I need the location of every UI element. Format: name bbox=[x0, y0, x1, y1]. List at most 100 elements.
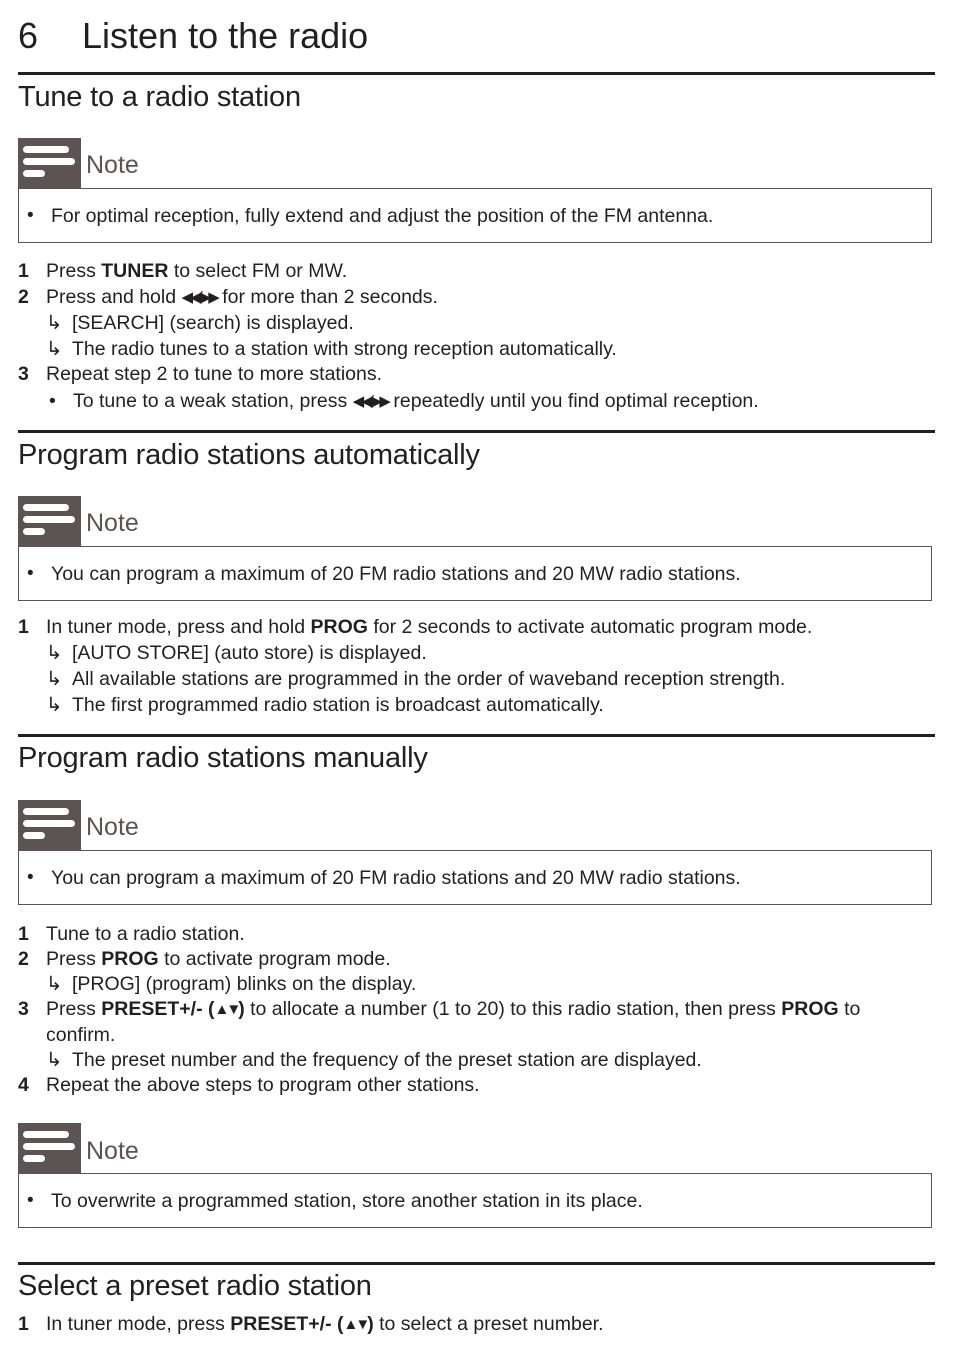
step-number: 3 bbox=[18, 998, 29, 1020]
note-icon-bar bbox=[23, 146, 69, 153]
note-icon-bar bbox=[23, 808, 69, 815]
result-text: The first programmed radio station is br… bbox=[72, 694, 604, 716]
chapter-number: 6 bbox=[18, 15, 39, 56]
note-icon bbox=[18, 496, 81, 546]
note-label: Note bbox=[86, 813, 139, 841]
hook-arrow-icon: ↳ bbox=[46, 642, 63, 664]
note-icon-bar bbox=[23, 1143, 75, 1150]
step-result: ↳ The preset number and the frequency of … bbox=[46, 1048, 702, 1072]
step-result: ↳ The radio tunes to a station with stron… bbox=[46, 337, 617, 361]
section-divider bbox=[18, 430, 935, 433]
step-text: Repeat step 2 to tune to more stations. bbox=[46, 363, 383, 385]
note-text: You can program a maximum of 20 FM radio… bbox=[51, 563, 741, 585]
step-number: 1 bbox=[18, 616, 29, 638]
step-number: 1 bbox=[18, 1313, 29, 1335]
step: 1 In tuner mode, press and hold PROG for… bbox=[0, 615, 954, 639]
step-number: 4 bbox=[18, 1074, 29, 1096]
button-name: PROG bbox=[310, 616, 368, 638]
step-text-part: to select FM or MW. bbox=[168, 260, 348, 282]
button-name: PROG bbox=[781, 998, 839, 1020]
step-text-part: to activate program mode. bbox=[158, 948, 391, 970]
section-divider bbox=[18, 72, 935, 75]
step-text: In tuner mode, press PRESET+/- (▲▼) to s… bbox=[46, 1312, 604, 1337]
step-text-part: In tuner mode, press bbox=[46, 1313, 231, 1335]
up-down-triangle-icon: ▲▼ bbox=[343, 1316, 371, 1333]
section-heading: Select a preset radio station bbox=[18, 1270, 372, 1302]
note-icon bbox=[18, 138, 81, 188]
step-result: ↳ [AUTO STORE] (auto store) is displayed. bbox=[46, 641, 427, 665]
step-text-part: Press bbox=[46, 948, 102, 970]
note-box: • You can program a maximum of 20 FM rad… bbox=[18, 546, 932, 601]
step-continuation: confirm. bbox=[46, 1024, 116, 1046]
step-number: 1 bbox=[18, 260, 29, 282]
bullet-icon: • bbox=[27, 205, 34, 226]
button-name: PRESET+/- ( bbox=[230, 1313, 344, 1335]
note-icon-bar bbox=[23, 1131, 69, 1138]
section-heading: Program radio stations manually bbox=[18, 742, 428, 774]
hook-arrow-icon: ↳ bbox=[46, 338, 63, 360]
step-text: Press PRESET+/- (▲▼) to allocate a numbe… bbox=[46, 997, 860, 1022]
tip-text-part: repeatedly until you find optimal recept… bbox=[387, 390, 759, 412]
step: 1 Tune to a radio station. bbox=[0, 922, 954, 946]
note-label: Note bbox=[86, 151, 139, 179]
up-down-triangle-icon: ▲▼ bbox=[214, 1001, 242, 1018]
step-text-part: Press bbox=[46, 260, 102, 282]
hook-arrow-icon: ↳ bbox=[46, 668, 63, 690]
button-name: PRESET+/- ( bbox=[101, 998, 215, 1020]
step-text-part: to allocate a number (1 to 20) to this r… bbox=[244, 998, 782, 1020]
step-text: Press and hold ◀◀/▶▶ for more than 2 sec… bbox=[46, 285, 438, 310]
step-text: Tune to a radio station. bbox=[46, 923, 245, 945]
tip-text: To tune to a weak station, press ◀◀/▶▶ r… bbox=[73, 389, 759, 414]
step-tip: • To tune to a weak station, press ◀◀/▶▶… bbox=[0, 389, 954, 413]
step-number: 2 bbox=[18, 286, 29, 308]
button-name: TUNER bbox=[101, 260, 169, 282]
chapter-title: 6 Listen to the radio bbox=[18, 14, 368, 58]
step-text: Press PROG to activate program mode. bbox=[46, 947, 391, 971]
note-box: • You can program a maximum of 20 FM rad… bbox=[18, 850, 932, 905]
note-icon-bar bbox=[23, 832, 45, 839]
chapter-title-text: Listen to the radio bbox=[82, 15, 369, 56]
section-heading: Tune to a radio station bbox=[18, 81, 301, 113]
bullet-icon: • bbox=[49, 390, 56, 412]
note-label: Note bbox=[86, 509, 139, 537]
step: 4 Repeat the above steps to program othe… bbox=[0, 1073, 954, 1097]
step-text-part: In tuner mode, press and hold bbox=[46, 616, 311, 638]
step-text-part: to bbox=[838, 998, 861, 1020]
step: 3 Press PRESET+/- (▲▼) to allocate a num… bbox=[0, 997, 954, 1021]
bullet-icon: • bbox=[27, 867, 34, 888]
step-text: In tuner mode, press and hold PROG for 2… bbox=[46, 615, 812, 639]
note-icon-bar bbox=[23, 1155, 45, 1162]
result-text: [SEARCH] (search) is displayed. bbox=[72, 312, 354, 334]
note-text: To overwrite a programmed station, store… bbox=[51, 1190, 643, 1212]
note-label: Note bbox=[86, 1137, 139, 1165]
hook-arrow-icon: ↳ bbox=[46, 1049, 63, 1071]
rewind-forward-icon: ◀◀/▶▶ bbox=[352, 393, 391, 410]
step: 1 Press TUNER to select FM or MW. bbox=[0, 259, 954, 283]
hook-arrow-icon: ↳ bbox=[46, 312, 63, 334]
note-icon bbox=[18, 800, 81, 850]
section-heading: Program radio stations automatically bbox=[18, 439, 480, 471]
button-name: PROG bbox=[101, 948, 159, 970]
note-text: For optimal reception, fully extend and … bbox=[51, 205, 714, 227]
bullet-icon: • bbox=[27, 563, 34, 584]
step-text-part: Press bbox=[46, 998, 102, 1020]
note-icon-bar bbox=[23, 504, 69, 511]
step-result: ↳ All available stations are programmed i… bbox=[46, 667, 785, 691]
step-number: 3 bbox=[18, 363, 29, 385]
note-icon-bar bbox=[23, 170, 45, 177]
note-text: You can program a maximum of 20 FM radio… bbox=[51, 867, 741, 889]
note-box: • For optimal reception, fully extend an… bbox=[18, 188, 932, 243]
step-text: Repeat the above steps to program other … bbox=[46, 1074, 480, 1096]
result-text: The radio tunes to a station with strong… bbox=[72, 338, 617, 360]
step-result: ↳ [SEARCH] (search) is displayed. bbox=[46, 311, 354, 335]
step-text-part: Press and hold bbox=[46, 286, 182, 308]
note-icon-bar bbox=[23, 158, 75, 165]
note-icon-bar bbox=[23, 528, 45, 535]
bullet-icon: • bbox=[27, 1190, 34, 1211]
step-number: 1 bbox=[18, 923, 29, 945]
note-icon bbox=[18, 1123, 81, 1173]
step: 2 Press PROG to activate program mode. bbox=[0, 947, 954, 971]
rewind-forward-icon: ◀◀/▶▶ bbox=[181, 289, 220, 306]
step: 3 Repeat step 2 to tune to more stations… bbox=[0, 362, 954, 386]
result-text: The preset number and the frequency of t… bbox=[72, 1049, 702, 1071]
